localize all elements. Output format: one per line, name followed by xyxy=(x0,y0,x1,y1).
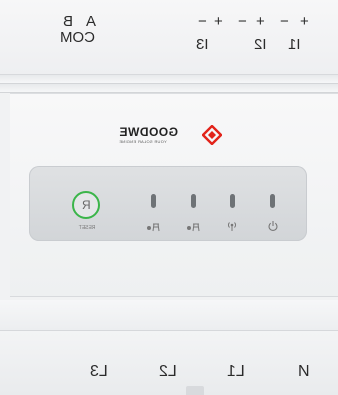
reset-button[interactable]: R xyxy=(72,191,100,219)
terminal-sign-i2-plus: + xyxy=(256,13,265,30)
terminal-label-l2: L2 xyxy=(159,363,177,380)
housing-rib xyxy=(0,75,338,84)
terminal-sign-i1-minus: − xyxy=(280,13,289,30)
led-grid-import xyxy=(191,194,196,208)
housing-rib-lower xyxy=(0,300,338,331)
brand-name: GOODWE xyxy=(119,125,178,139)
communication-icon xyxy=(227,222,237,231)
terminal-sign-i3-minus: − xyxy=(198,13,207,30)
terminal-sign-i1-plus: + xyxy=(300,13,309,30)
terminal-sign-i2-minus: − xyxy=(238,13,247,30)
reset-glyph: R xyxy=(81,198,91,212)
terminal-label-rs485-b: B xyxy=(63,13,74,30)
terminal-label-com: COM xyxy=(60,29,95,46)
led-grid-export xyxy=(151,194,156,208)
terminal-label-l1: L1 xyxy=(227,363,245,380)
brand-slogan: YOUR SOLAR ENGINE xyxy=(119,139,167,144)
terminal-sign-i3-plus: + xyxy=(214,13,223,30)
terminal-label-rs485-a: A xyxy=(86,13,97,30)
power-icon xyxy=(268,221,278,231)
din-rail-clip[interactable] xyxy=(186,386,204,395)
brand-logo: GOODWE YOUR SOLAR ENGINE xyxy=(119,125,222,147)
reset-label: RESET xyxy=(78,225,96,231)
led-communication xyxy=(230,194,235,208)
smart-meter-device: A B COM − + I3 − + I2 − + I1 GOODWE YOUR… xyxy=(0,0,338,395)
terminal-label-i3: I3 xyxy=(196,36,209,53)
led-power xyxy=(270,194,275,208)
grid-import-icon xyxy=(187,223,200,232)
terminal-label-n: N xyxy=(298,363,310,380)
goodwe-diamond-icon xyxy=(202,125,222,145)
bottom-terminal-block: L3 L2 L1 N xyxy=(0,331,338,395)
terminal-label-i1: I1 xyxy=(288,36,301,53)
terminal-label-i2: I2 xyxy=(254,36,267,53)
top-terminal-block: A B COM − + I3 − + I2 − + I1 xyxy=(0,0,338,75)
housing-rib xyxy=(0,84,338,93)
terminal-label-l3: L3 xyxy=(90,363,108,380)
grid-export-icon xyxy=(147,223,160,232)
